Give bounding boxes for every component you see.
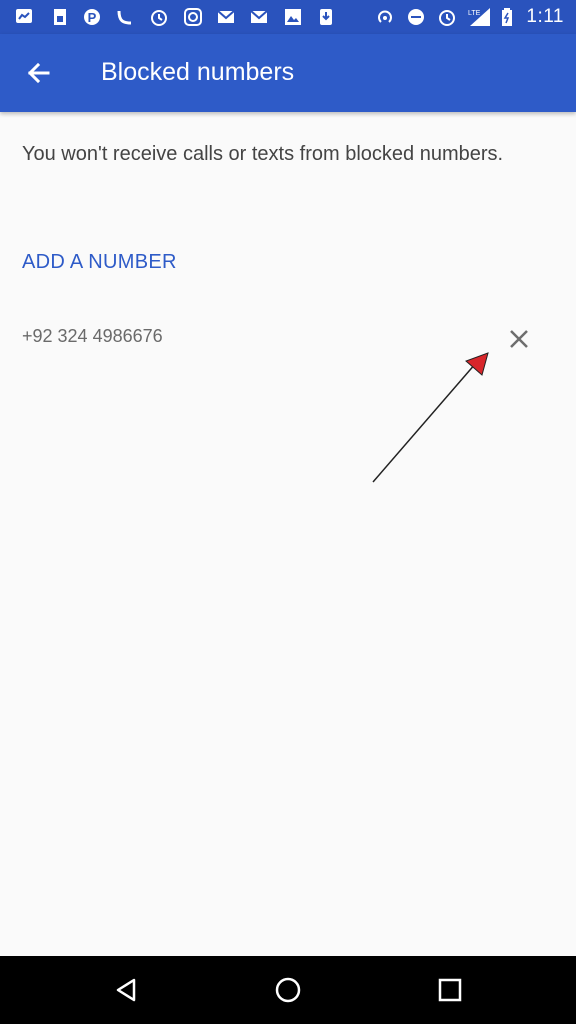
description-text: You won't receive calls or texts from bl… [22, 143, 504, 165]
app-bar: Blocked numbers [0, 34, 576, 112]
clock: 1:11 [526, 6, 564, 27]
home-circle-icon[interactable] [272, 974, 304, 1006]
pinterest-icon: P [84, 9, 100, 25]
navigation-bar [0, 956, 576, 1024]
signal-icon: LTE [468, 8, 490, 26]
svg-text:P: P [88, 10, 97, 25]
viber-icon [117, 10, 132, 25]
gmail-icon [250, 10, 268, 23]
messenger-icon [16, 9, 32, 23]
dnd-icon [408, 9, 424, 25]
close-icon[interactable] [503, 323, 535, 355]
battery-icon [502, 8, 512, 26]
back-triangle-icon[interactable] [110, 974, 142, 1006]
status-bar: P LTE 1:11 [0, 0, 576, 34]
blocked-number: +92 324 4986676 [22, 326, 163, 346]
download-icon [320, 9, 332, 25]
page-title: Blocked numbers [101, 58, 295, 86]
alarm-icon [151, 10, 167, 26]
hotspot-icon [378, 10, 392, 23]
alarm-icon [439, 10, 455, 26]
recents-square-icon[interactable] [434, 974, 466, 1006]
main-content: You won't receive calls or texts from bl… [0, 112, 576, 956]
sim-icon [54, 9, 66, 25]
instagram-icon [184, 8, 202, 26]
photos-icon [285, 9, 301, 25]
arrow-left-icon[interactable] [18, 53, 58, 93]
gmail-icon [217, 10, 235, 23]
annotation-arrow [372, 352, 489, 483]
network-label: LTE [468, 10, 481, 17]
add-number-button[interactable]: ADD A NUMBER [22, 251, 177, 274]
